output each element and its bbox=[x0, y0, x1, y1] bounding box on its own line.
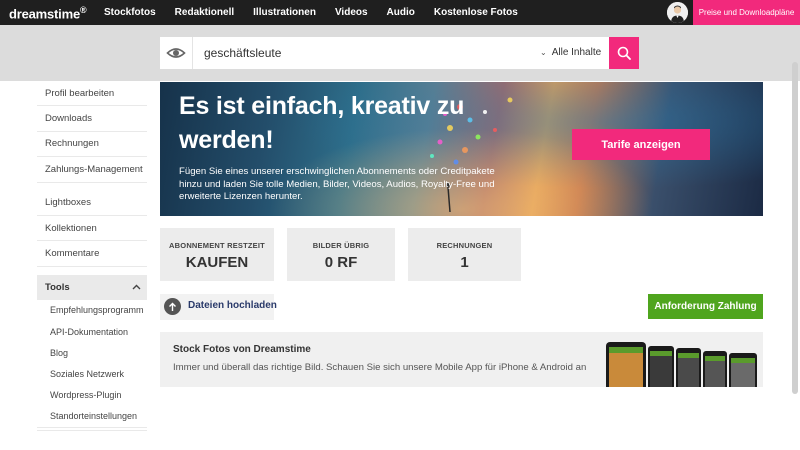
sidebar-item-lightboxes[interactable]: Lightboxes bbox=[37, 191, 147, 216]
dreamstime-logo[interactable]: dreamstime® bbox=[9, 5, 87, 22]
eye-icon[interactable] bbox=[166, 44, 186, 62]
sidebar-subitem-location-settings[interactable]: Standorteinstellungen bbox=[37, 406, 147, 427]
sidebar-tools-label: Tools bbox=[45, 281, 70, 293]
mobile-app-promo: Stock Fotos von Dreamstime Immer und übe… bbox=[160, 332, 763, 387]
top-navigation-bar: dreamstime® Stockfotos Redaktionell Illu… bbox=[0, 0, 800, 25]
nav-link-illustrationen[interactable]: Illustrationen bbox=[253, 7, 316, 18]
chevron-up-icon bbox=[132, 284, 141, 290]
nav-link-stockfotos[interactable]: Stockfotos bbox=[104, 7, 156, 18]
sidebar-item-collections[interactable]: Kollektionen bbox=[37, 216, 147, 242]
sidebar-bottom-divider bbox=[37, 427, 147, 428]
pricing-plans-button[interactable]: Preise und Downloadpläne bbox=[693, 0, 800, 25]
nav-link-redaktionell[interactable]: Redaktionell bbox=[175, 7, 234, 18]
promo-title: Stock Fotos von Dreamstime bbox=[173, 344, 311, 355]
view-plans-button[interactable]: Tarife anzeigen bbox=[572, 129, 710, 160]
page-scrollbar[interactable] bbox=[792, 62, 798, 394]
search-icon bbox=[617, 46, 631, 60]
nav-link-audio[interactable]: Audio bbox=[387, 7, 415, 18]
arrow-up-icon[interactable] bbox=[164, 298, 181, 315]
promo-text: Immer und überall das richtige Bild. Sch… bbox=[173, 362, 587, 373]
content-filter-label: Alle Inhalte bbox=[551, 47, 602, 58]
chevron-down-icon: ⌄ bbox=[540, 48, 547, 57]
banner-description: Fügen Sie eines unserer erschwinglichen … bbox=[179, 166, 495, 202]
avatar-icon bbox=[667, 2, 688, 23]
search-band: geschäftsleute ⌄ Alle Inhalte bbox=[0, 25, 800, 81]
sidebar-subitem-blog[interactable]: Blog bbox=[37, 342, 147, 363]
account-sidebar: Profil bearbeiten Downloads Rechnungen Z… bbox=[37, 81, 147, 431]
stat-subscription-time: ABONNEMENT RESTZEIT KAUFEN bbox=[160, 228, 274, 281]
search-input[interactable]: geschäftsleute bbox=[204, 46, 281, 60]
sidebar-item-comments[interactable]: Kommentare bbox=[37, 241, 147, 267]
mobile-phones-image[interactable] bbox=[604, 338, 760, 387]
subscription-banner: Es ist einfach, kreativ zu werden! Fügen… bbox=[160, 82, 763, 216]
nav-link-videos[interactable]: Videos bbox=[335, 7, 368, 18]
sidebar-tools-header[interactable]: Tools bbox=[37, 274, 147, 300]
sidebar-separator bbox=[37, 183, 147, 191]
sidebar-separator bbox=[37, 267, 147, 275]
logo-text: dreamstime bbox=[9, 6, 80, 22]
sidebar-item-profile[interactable]: Profil bearbeiten bbox=[37, 81, 147, 107]
stat-label: ABONNEMENT RESTZEIT bbox=[169, 241, 265, 250]
search-box: geschäftsleute ⌄ Alle Inhalte bbox=[160, 37, 609, 69]
request-payout-button[interactable]: Anforderung Zahlung bbox=[648, 294, 763, 319]
sidebar-subitem-referral[interactable]: Empfehlungsprogramm bbox=[37, 300, 147, 321]
arrow-up-glyph bbox=[169, 302, 176, 311]
stat-images-remaining: BILDER ÜBRIG 0 RF bbox=[287, 228, 395, 281]
nav-link-kostenlose-fotos[interactable]: Kostenlose Fotos bbox=[434, 7, 518, 18]
sidebar-item-invoices[interactable]: Rechnungen bbox=[37, 132, 147, 158]
search-divider bbox=[192, 37, 193, 69]
sidebar-subitem-social-network[interactable]: Soziales Netzwerk bbox=[37, 363, 147, 384]
stat-value: 0 RF bbox=[324, 254, 358, 271]
sidebar-subitem-api-docs[interactable]: API-Dokumentation bbox=[37, 321, 147, 342]
stat-label: RECHNUNGEN bbox=[436, 241, 493, 250]
sidebar-item-payment-management[interactable]: Zahlungs-Management bbox=[37, 157, 147, 183]
content-filter-dropdown[interactable]: ⌄ Alle Inhalte bbox=[540, 47, 601, 58]
logo-mark: ® bbox=[79, 5, 87, 15]
stat-label: BILDER ÜBRIG bbox=[312, 241, 370, 250]
upload-files-label[interactable]: Dateien hochladen bbox=[188, 300, 277, 311]
stat-invoices: RECHNUNGEN 1 bbox=[408, 228, 521, 281]
sidebar-item-downloads[interactable]: Downloads bbox=[37, 106, 147, 132]
nav-links: Stockfotos Redaktionell Illustrationen V… bbox=[104, 0, 537, 25]
stat-value-buy[interactable]: KAUFEN bbox=[160, 254, 274, 271]
sidebar-subitem-wordpress-plugin[interactable]: Wordpress-Plugin bbox=[37, 384, 147, 405]
banner-headline: Es ist einfach, kreativ zu werden! bbox=[179, 92, 465, 154]
user-avatar[interactable] bbox=[667, 2, 688, 23]
stat-value: 1 bbox=[460, 254, 469, 271]
search-button[interactable] bbox=[609, 37, 639, 69]
